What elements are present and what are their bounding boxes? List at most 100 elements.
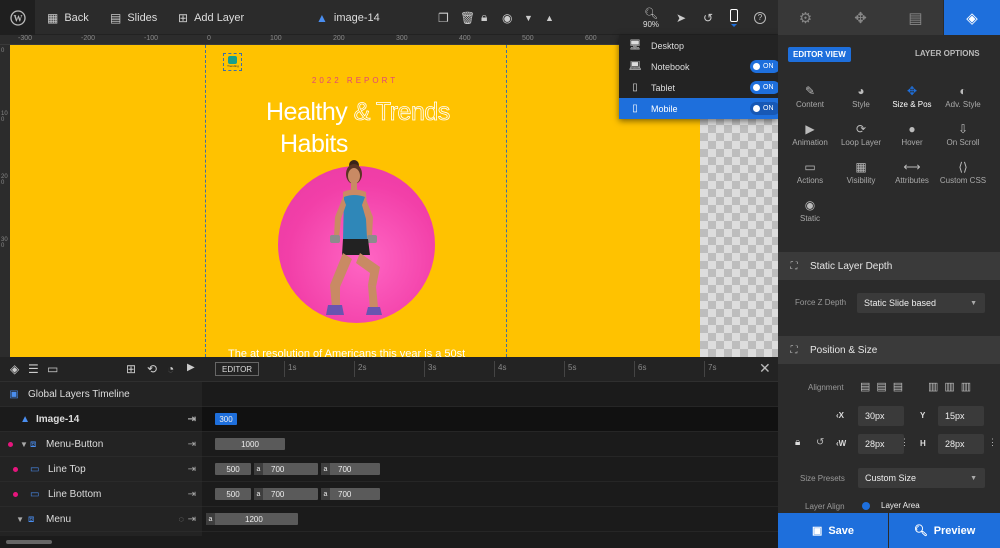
option-loop-layer[interactable]: ⟳ Loop Layer xyxy=(835,122,887,147)
caret-down-icon[interactable]: ▼ xyxy=(20,440,30,449)
option-hover[interactable]: ● Hover xyxy=(886,122,938,147)
wordpress-logo-icon[interactable]: W xyxy=(0,0,35,35)
track-line-bottom[interactable]: 500 a 700 a 700 xyxy=(202,482,778,507)
track-menu[interactable]: a 1200 xyxy=(202,507,778,532)
back-button[interactable]: ▦ Back xyxy=(47,0,89,35)
timeline-bar[interactable]: a 700 xyxy=(321,463,380,475)
position-size-header[interactable]: ⛶ Position & Size xyxy=(778,336,1000,364)
horizontal-align-icons[interactable]: ▤▤▤ xyxy=(860,380,909,393)
pointer-icon[interactable]: ➤ xyxy=(676,0,686,35)
expand-icon[interactable]: ⇥ xyxy=(188,414,196,425)
layer-row-line-bottom[interactable]: ▭ Line Bottom ⇥ xyxy=(0,482,202,507)
expand-icon[interactable]: ⇥ xyxy=(188,439,196,450)
vertical-align-icons[interactable]: ▥▥▥ xyxy=(928,380,977,393)
save-button[interactable]: ▣ Save xyxy=(778,513,888,548)
more-icon[interactable]: ⋮ xyxy=(900,437,909,448)
reset-icon[interactable]: ↺ xyxy=(816,437,824,448)
hidden-eye-icon[interactable]: ◌ xyxy=(179,514,184,524)
lock-icon[interactable]: 🔒︎ xyxy=(481,0,487,35)
timeline-bar[interactable]: a 1200 xyxy=(206,513,298,525)
navigation-tab[interactable]: ✥ xyxy=(833,0,888,35)
layer-row-line-top[interactable]: ▭ Line Top ⇥ xyxy=(0,457,202,482)
timeline-bar[interactable]: 500 xyxy=(215,463,251,475)
option-attributes[interactable]: ⟷ Attributes xyxy=(886,160,938,185)
option-custom-css[interactable]: ⟨⟩ Custom CSS xyxy=(937,160,989,185)
track-image-14[interactable]: 300 xyxy=(202,407,778,432)
force-z-select[interactable]: Static Slide based ▼ xyxy=(857,293,985,313)
settings-tab[interactable]: ⚙ xyxy=(778,0,833,35)
option-animation[interactable]: ▶ Animation xyxy=(784,122,836,147)
zoom-control[interactable]: 🔍︎ 90% xyxy=(643,0,659,35)
timeline-bar[interactable]: a 700 xyxy=(254,463,318,475)
track-line-top[interactable]: 500 a 700 a 700 xyxy=(202,457,778,482)
folder-icon[interactable]: ▭ xyxy=(47,362,58,376)
duplicate-icon[interactable]: ❐ xyxy=(438,0,449,35)
static-depth-header[interactable]: ⛶ Static Layer Depth xyxy=(778,252,1000,280)
slides-tab[interactable]: ▤ xyxy=(888,0,943,35)
layer-area-radio[interactable] xyxy=(862,502,870,510)
option-style[interactable]: ◕ Style xyxy=(835,84,887,109)
layer-row-menu-button[interactable]: ▼ ⧈ Menu-Button ⇥ xyxy=(0,432,202,457)
layer-row-image-14[interactable]: ▲ Image-14 ⇥ xyxy=(0,407,202,432)
option-size-pos[interactable]: ✥ Size & Pos xyxy=(886,84,938,109)
preview-button[interactable]: 🔍︎ Preview xyxy=(889,513,1000,548)
y-input[interactable]: 15px xyxy=(938,406,984,426)
timer-icon[interactable]: ◔ xyxy=(167,362,174,376)
timeline-bar[interactable]: a 700 xyxy=(254,488,318,500)
option-visibility[interactable]: ▦ Visibility xyxy=(835,160,887,185)
list-icon[interactable]: ☰ xyxy=(28,362,39,376)
selected-layer-box[interactable]: Trending xyxy=(223,53,242,71)
timeline-bar[interactable]: a 700 xyxy=(321,488,380,500)
global-layers-row[interactable]: ▣ Global Layers Timeline xyxy=(0,382,202,407)
option-content[interactable]: ✎ Content xyxy=(784,84,836,109)
tab-editor[interactable]: EDITOR xyxy=(215,362,260,376)
caret-down-icon[interactable]: ▼ xyxy=(0,515,28,524)
option-actions[interactable]: ▭ Actions xyxy=(784,160,836,185)
add-layer-button[interactable]: ⊞ Add Layer xyxy=(178,0,244,35)
help-icon[interactable]: ? xyxy=(754,0,766,35)
size-presets-select[interactable]: Custom Size ▼ xyxy=(858,468,985,488)
device-desktop[interactable]: 🖥︎ Desktop xyxy=(619,35,778,56)
notebook-toggle[interactable]: ON xyxy=(750,60,780,73)
h-input[interactable]: 28px xyxy=(938,434,984,454)
layer-options-tab[interactable]: LAYER OPTIONS xyxy=(915,49,980,58)
expand-icon[interactable]: ⇥ xyxy=(188,514,196,525)
expand-icon[interactable]: ⇥ xyxy=(188,489,196,500)
device-tablet[interactable]: ▯ Tablet ON xyxy=(619,77,780,98)
track-menu-button[interactable]: 1000 xyxy=(202,432,778,457)
lock-ratio-icon[interactable]: 🔒︎ xyxy=(795,437,800,448)
timeline-bar[interactable]: 500 xyxy=(215,488,251,500)
undo-icon[interactable]: ↺ xyxy=(703,0,713,35)
delete-icon[interactable]: 🗑︎ xyxy=(460,0,475,35)
move-down-icon[interactable]: ▼ xyxy=(524,0,533,35)
grid-snap-icon[interactable]: ⊞ xyxy=(126,362,136,376)
device-notebook[interactable]: 💻︎ Notebook ON xyxy=(619,56,780,77)
expand-icon[interactable]: ⇥ xyxy=(188,464,196,475)
layer-row-menu[interactable]: ▼ ⧈ Menu ◌ ⇥ xyxy=(0,507,202,532)
device-mobile-icon[interactable] xyxy=(730,0,738,35)
horizontal-scrollbar[interactable] xyxy=(0,536,202,548)
slide-canvas[interactable]: Trending 2022 REPORT Healthy & Trends Ha… xyxy=(10,45,700,357)
play-icon[interactable]: ▶ xyxy=(187,362,195,373)
option-static[interactable]: ◉ Static xyxy=(784,198,836,223)
device-mobile[interactable]: ▯ Mobile ON xyxy=(619,98,780,119)
option-adv-style[interactable]: ◐ Adv. Style xyxy=(937,84,989,109)
more-icon[interactable]: ⋮ xyxy=(988,437,997,448)
x-input[interactable]: 30px xyxy=(858,406,904,426)
layers-tab[interactable]: ◈ xyxy=(944,0,1000,35)
timeline-bar[interactable]: 1000 xyxy=(215,438,285,450)
timeline-bar[interactable]: 300 xyxy=(215,413,237,425)
slides-button[interactable]: ▤ Slides xyxy=(110,0,157,35)
layer-name-selector[interactable]: ▲ image-14 xyxy=(316,0,380,35)
visibility-icon[interactable]: ◉ xyxy=(502,0,512,35)
option-on-scroll[interactable]: ⇩ On Scroll xyxy=(937,122,989,147)
editor-view-button[interactable]: EDITOR VIEW xyxy=(788,47,851,62)
move-up-icon[interactable]: ▲ xyxy=(545,0,554,35)
mobile-toggle[interactable]: ON xyxy=(750,102,780,115)
w-input[interactable]: 28px xyxy=(858,434,904,454)
tablet-toggle[interactable]: ON xyxy=(750,81,780,94)
layers-icon[interactable]: ◈ xyxy=(10,362,19,376)
loop-icon[interactable]: ⟲ xyxy=(147,362,157,376)
athlete-image[interactable] xyxy=(310,157,390,337)
close-icon[interactable]: ✕ xyxy=(759,360,771,377)
